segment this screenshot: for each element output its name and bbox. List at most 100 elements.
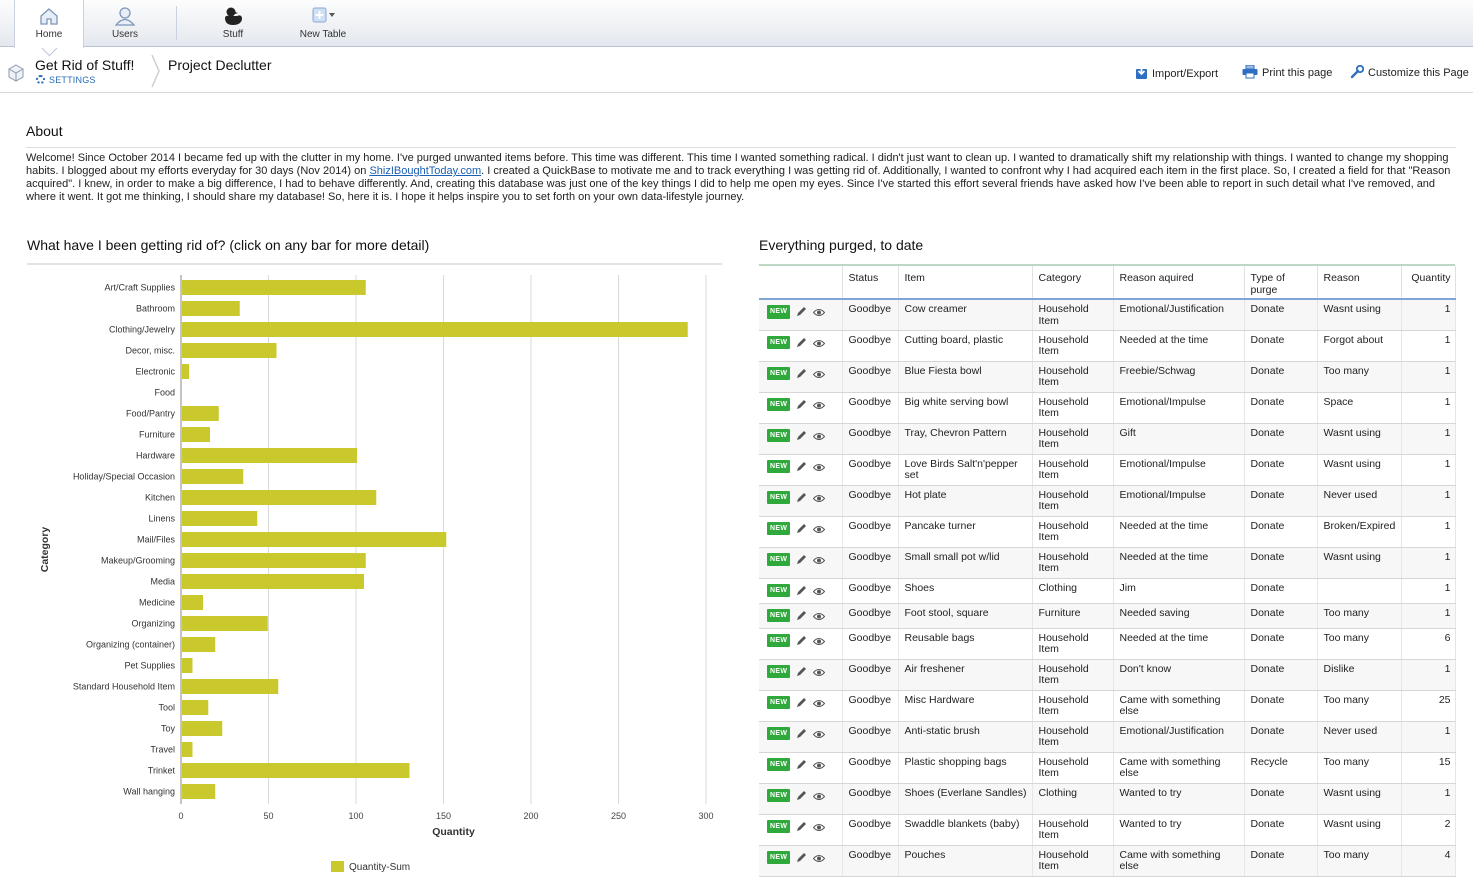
import-export-button[interactable]: Import/Export <box>1135 65 1218 80</box>
new-badge[interactable]: NEW <box>767 633 791 647</box>
column-header-purge-type[interactable]: Type of purge <box>1244 266 1318 300</box>
pencil-edit-icon[interactable] <box>796 585 807 596</box>
pencil-edit-icon[interactable] <box>796 306 807 317</box>
bar[interactable] <box>182 616 268 631</box>
eye-view-icon[interactable] <box>813 308 826 317</box>
new-badge[interactable]: NEW <box>767 757 791 771</box>
bar[interactable] <box>182 532 447 547</box>
blog-link[interactable]: ShizIBoughtToday.com <box>369 165 481 177</box>
pencil-edit-icon[interactable] <box>796 337 807 348</box>
eye-view-icon[interactable] <box>813 792 826 801</box>
bar[interactable] <box>182 658 193 673</box>
table-row[interactable]: NEW Goodbye Misc Hardware Household Item Cam… <box>759 690 1456 722</box>
table-row[interactable]: NEW Goodbye Swaddle blankets (baby) Househo… <box>759 814 1456 846</box>
pencil-edit-icon[interactable] <box>796 697 807 708</box>
eye-view-icon[interactable] <box>813 637 826 646</box>
new-badge[interactable]: NEW <box>767 397 791 411</box>
new-badge[interactable]: NEW <box>767 788 791 802</box>
new-badge[interactable]: NEW <box>767 552 791 566</box>
column-header-reason[interactable]: Reason <box>1317 266 1402 300</box>
bar[interactable] <box>182 553 366 568</box>
eye-view-icon[interactable] <box>813 587 826 596</box>
nav-home[interactable]: Home <box>14 0 84 48</box>
eye-view-icon[interactable] <box>813 463 826 472</box>
bar[interactable] <box>182 448 357 463</box>
pencil-edit-icon[interactable] <box>796 610 807 621</box>
app-title[interactable]: Get Rid of Stuff! <box>35 57 134 73</box>
pencil-edit-icon[interactable] <box>796 368 807 379</box>
new-badge[interactable]: NEW <box>767 819 791 833</box>
new-badge[interactable]: NEW <box>767 521 791 535</box>
new-badge[interactable]: NEW <box>767 428 791 442</box>
nav-users[interactable]: Users <box>92 0 158 47</box>
eye-view-icon[interactable] <box>813 339 826 348</box>
eye-view-icon[interactable] <box>813 370 826 379</box>
pencil-edit-icon[interactable] <box>796 492 807 503</box>
pencil-edit-icon[interactable] <box>796 852 807 863</box>
bar[interactable] <box>182 574 364 589</box>
bar[interactable] <box>182 595 203 610</box>
pencil-edit-icon[interactable] <box>796 790 807 801</box>
bar[interactable] <box>182 406 219 421</box>
eye-view-icon[interactable] <box>813 494 826 503</box>
bar[interactable] <box>182 784 216 799</box>
eye-view-icon[interactable] <box>813 612 826 621</box>
bar[interactable] <box>182 742 193 757</box>
eye-view-icon[interactable] <box>813 823 826 832</box>
settings-link[interactable]: SETTINGS <box>36 75 96 85</box>
pencil-edit-icon[interactable] <box>796 523 807 534</box>
eye-view-icon[interactable] <box>813 668 826 677</box>
table-row[interactable]: NEW Goodbye Cutting board, plastic Househol… <box>759 330 1456 362</box>
bar[interactable] <box>182 763 410 778</box>
bar[interactable] <box>182 721 223 736</box>
pencil-edit-icon[interactable] <box>796 821 807 832</box>
table-row[interactable]: NEW Goodbye Anti-static brush Household Ite… <box>759 721 1456 753</box>
new-badge[interactable]: NEW <box>767 459 791 473</box>
bar[interactable] <box>182 700 209 715</box>
new-badge[interactable]: NEW <box>767 695 791 709</box>
eye-view-icon[interactable] <box>813 556 826 565</box>
eye-view-icon[interactable] <box>813 761 826 770</box>
nav-stuff[interactable]: Stuff <box>200 0 266 47</box>
table-row[interactable]: NEW Goodbye Small small pot w/lid Household… <box>759 547 1456 579</box>
eye-view-icon[interactable] <box>813 525 826 534</box>
table-row[interactable]: NEW Goodbye Tray, Chevron Pattern Household… <box>759 423 1456 455</box>
column-header-quantity[interactable]: Quantity <box>1401 266 1456 300</box>
bar[interactable] <box>182 637 216 652</box>
new-badge[interactable]: NEW <box>767 850 791 864</box>
table-row[interactable]: NEW Goodbye Love Birds Salt'n'pepper set Ho… <box>759 454 1456 486</box>
table-row[interactable]: NEW Goodbye Plastic shopping bags Household… <box>759 752 1456 784</box>
table-row[interactable]: NEW Goodbye Big white serving bowl Househol… <box>759 392 1456 424</box>
table-row[interactable]: NEW Goodbye Shoes (Everlane Sandles) Clothi… <box>759 783 1456 815</box>
new-badge[interactable]: NEW <box>767 608 791 622</box>
bar[interactable] <box>182 511 258 526</box>
bar[interactable] <box>182 280 366 295</box>
pencil-edit-icon[interactable] <box>796 399 807 410</box>
new-badge[interactable]: NEW <box>767 664 791 678</box>
table-row[interactable]: NEW Goodbye Pancake turner Household Item Ne… <box>759 516 1456 548</box>
pencil-edit-icon[interactable] <box>796 666 807 677</box>
table-row[interactable]: NEW Goodbye Shoes Clothing Jim Donate 1 <box>759 578 1456 604</box>
bar[interactable] <box>182 490 377 505</box>
table-row[interactable]: NEW Goodbye Pouches Household Item Came with… <box>759 845 1456 877</box>
pencil-edit-icon[interactable] <box>796 635 807 646</box>
bar[interactable] <box>182 364 189 379</box>
bar[interactable] <box>182 301 240 316</box>
nav-new-table[interactable]: New Table <box>290 0 356 47</box>
new-badge[interactable]: NEW <box>767 726 791 740</box>
table-row[interactable]: NEW Goodbye Air freshener Household Item Don… <box>759 659 1456 691</box>
table-row[interactable]: NEW Goodbye Foot stool, square Furniture Nee… <box>759 603 1456 629</box>
eye-view-icon[interactable] <box>813 699 826 708</box>
pencil-edit-icon[interactable] <box>796 759 807 770</box>
print-page-button[interactable]: Print this page <box>1242 64 1332 79</box>
eye-view-icon[interactable] <box>813 854 826 863</box>
new-badge[interactable]: NEW <box>767 366 791 380</box>
new-badge[interactable]: NEW <box>767 490 791 504</box>
legend-label[interactable]: Quantity-Sum <box>349 862 410 873</box>
new-badge[interactable]: NEW <box>767 305 791 319</box>
column-header-reason-acquired[interactable]: Reason aquired <box>1113 266 1245 300</box>
pencil-edit-icon[interactable] <box>796 728 807 739</box>
bar[interactable] <box>182 322 688 337</box>
eye-view-icon[interactable] <box>813 730 826 739</box>
pencil-edit-icon[interactable] <box>796 430 807 441</box>
